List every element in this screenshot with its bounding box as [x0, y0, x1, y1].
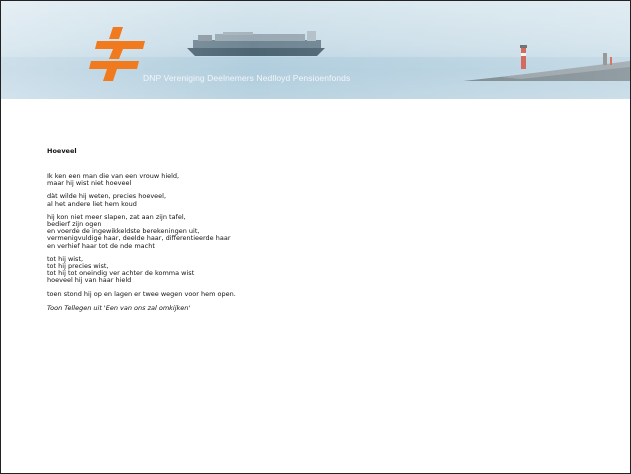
- poem-stanza: Ik ken een man die van een vrouw hield, m…: [47, 172, 607, 188]
- poem-content: Hoeveel Ik ken een man die van een vrouw…: [47, 147, 607, 312]
- site-title: DNP Vereniging Deelnemers Nedlloyd Pensi…: [143, 73, 351, 83]
- poem-line: toen stond hij op en lagen er twee wegen…: [47, 289, 236, 298]
- poem-line: tot hij wist,: [47, 254, 84, 263]
- poem-line: Ik ken een man die van een vrouw hield,: [47, 172, 180, 180]
- dnp-logo-icon: [89, 27, 145, 81]
- poem-stanza: tot hij wist, tot hij precies wist, tot hi…: [47, 254, 607, 285]
- header-banner: DNP Vereniging Deelnemers Nedlloyd Pensi…: [1, 1, 630, 99]
- poem-stanzas: Ik ken een man die van een vrouw hield, m…: [47, 172, 607, 298]
- poem-stanza: dàt wilde hij weten, precies hoeveel, al …: [47, 193, 607, 208]
- poem-line: tot hij tot oneindig ver achter de komma…: [47, 269, 195, 278]
- poem-attribution: Toon Tellegen uit 'Een van ons zal omkij…: [47, 303, 191, 312]
- poem-line: al het andere liet hem koud: [47, 199, 137, 208]
- poem-line: hij kon niet meer slapen, zat aan zijn t…: [47, 212, 186, 221]
- poem-line: hoeveel hij van haar hield: [47, 276, 132, 285]
- poem-stanza: toen stond hij op en lagen er twee wegen…: [47, 289, 607, 298]
- poem-line: maar hij wist niet hoeveel: [47, 179, 132, 188]
- poem-line: en verhief haar tot de nde macht: [47, 241, 155, 250]
- poem-stanza: hij kon niet meer slapen, zat aan zijn t…: [47, 212, 607, 250]
- poem-title: Hoeveel: [47, 147, 77, 155]
- slide: DNP Vereniging Deelnemers Nedlloyd Pensi…: [0, 0, 631, 474]
